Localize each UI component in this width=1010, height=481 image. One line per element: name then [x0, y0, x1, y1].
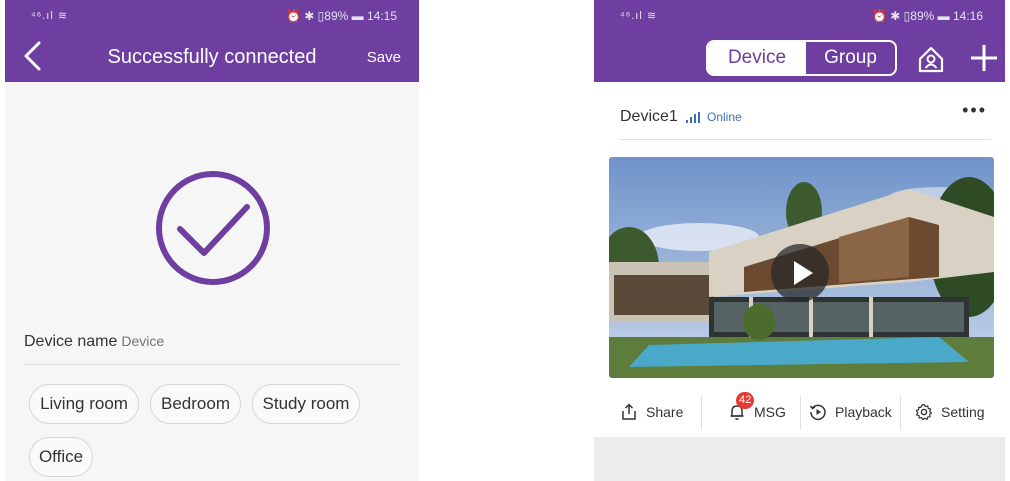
divider	[800, 396, 801, 430]
header-bar: ⁴⁶.ıl ≋ ⏰ ✱ ▯89% ▬ 14:16 Device Group	[594, 0, 1005, 82]
setting-label: Setting	[941, 404, 985, 420]
check-circle-icon	[154, 169, 272, 287]
home-button[interactable]	[916, 44, 946, 74]
device-name-input[interactable]	[121, 333, 322, 349]
home-icon	[918, 46, 944, 73]
status-right: ⏰ ✱ ▯89% ▬ 14:15	[286, 9, 397, 23]
device-card-header: Device1 Online •••	[620, 100, 991, 140]
setting-button[interactable]: Setting	[915, 390, 985, 434]
add-device-button[interactable]	[968, 42, 1000, 74]
connected-screen: ⁴⁶.ıl ≋ ⏰ ✱ ▯89% ▬ 14:15 Successfully co…	[5, 0, 419, 481]
save-button[interactable]: Save	[367, 49, 401, 66]
divider	[900, 396, 901, 430]
status-right: ⏰ ✱ ▯89% ▬ 14:16	[872, 9, 983, 23]
room-chip-bedroom[interactable]: Bedroom	[150, 384, 241, 424]
online-status: Online	[707, 110, 742, 124]
play-button[interactable]	[771, 244, 829, 302]
status-signal: ⁴⁶.ıl ≋	[620, 10, 658, 22]
device-name: Device1	[620, 108, 678, 125]
status-bar: ⁴⁶.ıl ≋ ⏰ ✱ ▯89% ▬ 14:15	[5, 6, 419, 28]
play-icon	[794, 261, 813, 285]
unread-badge: 42	[736, 392, 755, 409]
camera-preview[interactable]	[609, 157, 994, 378]
device-group-toggle: Device Group	[706, 40, 897, 76]
signal-icon	[686, 112, 700, 123]
divider	[701, 396, 702, 430]
device-name-label: Device name	[24, 333, 118, 350]
playback-label: Playback	[835, 404, 892, 420]
device-list-screen: ⁴⁶.ıl ≋ ⏰ ✱ ▯89% ▬ 14:16 Device Group De…	[594, 0, 1005, 481]
list-background	[594, 437, 1005, 481]
room-chip-office[interactable]: Office	[29, 437, 93, 477]
gear-icon	[915, 403, 933, 421]
share-icon	[622, 403, 636, 420]
page-title: Successfully connected	[107, 46, 317, 68]
status-bar: ⁴⁶.ıl ≋ ⏰ ✱ ▯89% ▬ 14:16	[594, 6, 1005, 28]
playback-icon	[809, 404, 826, 421]
tab-device[interactable]: Device	[708, 42, 806, 74]
tab-group[interactable]: Group	[806, 42, 895, 74]
header-bar: ⁴⁶.ıl ≋ ⏰ ✱ ▯89% ▬ 14:15 Successfully co…	[5, 0, 419, 82]
room-chip-living-room[interactable]: Living room	[29, 384, 139, 424]
msg-label: MSG	[754, 404, 786, 420]
status-signal: ⁴⁶.ıl ≋	[31, 10, 69, 22]
share-label: Share	[646, 404, 684, 420]
plus-icon	[971, 45, 997, 71]
playback-button[interactable]: Playback	[809, 390, 892, 434]
device-action-bar: Share MSG 42 Playback Setting	[594, 390, 1005, 434]
device-name-row: Device name	[24, 333, 401, 365]
room-chip-study-room[interactable]: Study room	[252, 384, 360, 424]
share-button[interactable]: Share	[620, 390, 683, 434]
more-dots-icon[interactable]: •••	[962, 100, 987, 121]
